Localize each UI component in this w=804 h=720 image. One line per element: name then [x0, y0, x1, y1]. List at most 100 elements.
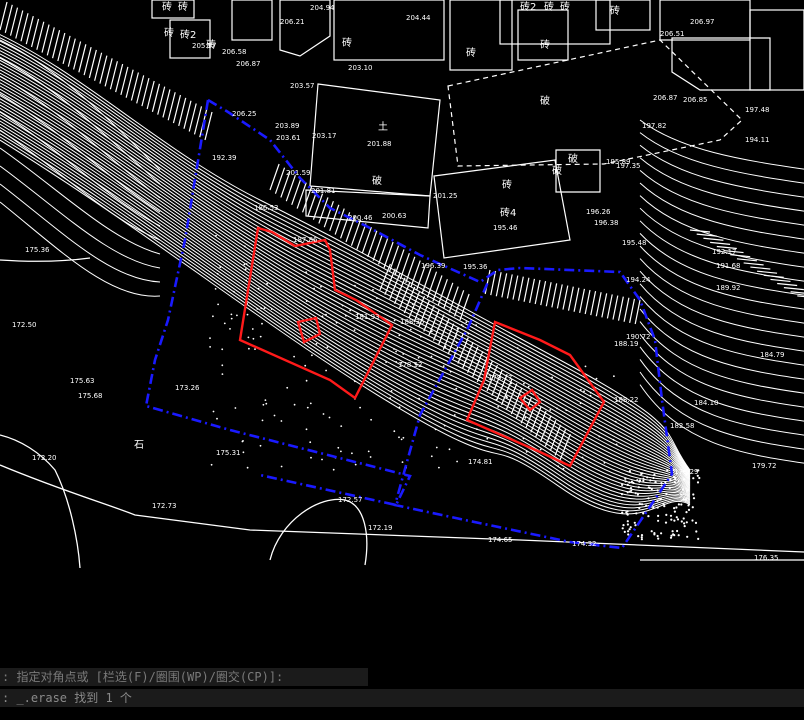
survey-dot: [430, 355, 433, 358]
survey-dot: [614, 420, 617, 423]
survey-dot: [246, 313, 249, 316]
survey-dot: [449, 370, 452, 373]
elevation-label: 201.88: [367, 140, 392, 148]
survey-dot: [656, 489, 659, 492]
survey-dot: [626, 491, 629, 494]
elevation-label: 205.97: [192, 42, 217, 50]
hatch-stroke: [130, 72, 139, 101]
survey-dot: [692, 477, 695, 480]
elevation-label: 206.21: [280, 18, 305, 26]
survey-dot: [642, 512, 645, 515]
survey-dot: [434, 428, 437, 431]
elevation-label: 192.39: [212, 154, 237, 162]
survey-dot: [642, 477, 645, 480]
survey-dot: [589, 391, 592, 394]
survey-dot: [562, 467, 565, 470]
survey-dot: [627, 530, 630, 533]
survey-dot: [636, 493, 640, 496]
command-line-area[interactable]: : 指定对角点或 [栏选(F)/圈围(WP)/圈交(CP)]: : _.eras…: [0, 568, 804, 720]
survey-dot: [581, 456, 584, 459]
survey-dot: [657, 514, 660, 518]
hatch-stroke: [67, 38, 76, 67]
survey-dot: [349, 309, 351, 312]
command-input-line[interactable]: : _.erase 找到 1 个: [0, 689, 804, 707]
elevation-label: 174.65: [488, 536, 513, 544]
contour-line: [639, 157, 804, 212]
contour-line: [639, 384, 804, 464]
elevation-label: 175.68: [78, 392, 103, 400]
hatch-stroke: [484, 269, 491, 295]
survey-dot: [475, 324, 477, 326]
survey-dot: [557, 465, 559, 468]
survey-dot: [335, 321, 338, 324]
survey-dot: [262, 403, 265, 406]
elevation-label: 201.25: [433, 192, 458, 200]
survey-dot: [671, 530, 674, 533]
survey-dot: [460, 324, 463, 326]
survey-dot: [615, 443, 618, 446]
hatch-stroke: [188, 103, 197, 132]
hatch-stroke: [567, 286, 574, 311]
survey-dot: [252, 337, 255, 340]
hatch-stroke: [612, 295, 619, 320]
survey-dot: [626, 520, 629, 523]
contour-line: [0, 79, 691, 486]
slope-hatching: [0, 1, 804, 461]
building-outline: [595, 0, 651, 31]
survey-dot: [647, 497, 650, 500]
hatch-stroke: [88, 49, 97, 79]
command-history-line: : 指定对角点或 [栏选(F)/圈围(WP)/圈交(CP)]:: [0, 668, 368, 686]
hatch-stroke: [15, 10, 24, 39]
survey-dot: [656, 534, 659, 538]
hatch-stroke: [540, 280, 547, 306]
survey-dot: [584, 365, 587, 368]
survey-dot: [648, 486, 651, 490]
hatch-stroke: [579, 288, 586, 314]
elevation-label: 196.26: [586, 208, 611, 216]
survey-dot: [306, 406, 309, 409]
survey-dot: [673, 534, 676, 537]
survey-dot: [465, 321, 468, 324]
survey-dot: [325, 369, 327, 372]
survey-dot: [216, 417, 218, 420]
hatch-stroke: [20, 13, 29, 42]
survey-dot: [664, 521, 668, 524]
survey-dot: [402, 436, 405, 439]
hatch-stroke: [83, 46, 92, 76]
elevation-label: 187.86: [293, 236, 318, 244]
survey-dot: [640, 538, 644, 541]
survey-dot: [579, 402, 582, 405]
survey-dot: [637, 486, 640, 489]
contour-line: [0, 98, 691, 492]
survey-dot: [676, 529, 679, 533]
survey-dot: [653, 473, 656, 476]
survey-dot: [340, 425, 343, 427]
survey-dot: [265, 402, 268, 405]
survey-dot: [398, 436, 400, 439]
survey-dot: [245, 279, 248, 282]
elevation-label: 197.82: [642, 122, 667, 130]
drawing-svg[interactable]: 砖砖砖2砖 砖砖2 砖砖砖砖砖砖土破破砖4砖破破石204.94204.44206.2…: [0, 0, 804, 569]
elevation-label: 179.29: [674, 468, 699, 476]
survey-dot: [261, 322, 263, 325]
elevation-label: 175.31: [216, 449, 241, 457]
survey-dot: [696, 481, 700, 484]
elevation-label: 176.35: [754, 554, 779, 562]
elevation-label: 206.85: [683, 96, 708, 104]
hatch-stroke: [62, 35, 71, 64]
survey-dot: [677, 480, 680, 483]
hatch-stroke: [9, 7, 19, 36]
survey-dot: [241, 440, 244, 443]
survey-dot: [641, 472, 644, 475]
survey-dot: [621, 483, 624, 486]
survey-dot: [456, 460, 458, 463]
survey-dot: [687, 508, 691, 511]
hatch-stroke: [104, 58, 113, 87]
cad-drawing-canvas[interactable]: 砖砖砖2 砖砖砖2 砖砖砖砖砖砖土破破砖4 砖破破石 204.94 204.44 206.2…: [0, 0, 804, 569]
hatch-stroke: [51, 30, 61, 59]
survey-dot: [395, 350, 397, 353]
hatch-stroke: [770, 278, 791, 283]
survey-dot: [221, 373, 224, 375]
survey-dot: [583, 390, 585, 393]
survey-dot: [626, 512, 629, 516]
